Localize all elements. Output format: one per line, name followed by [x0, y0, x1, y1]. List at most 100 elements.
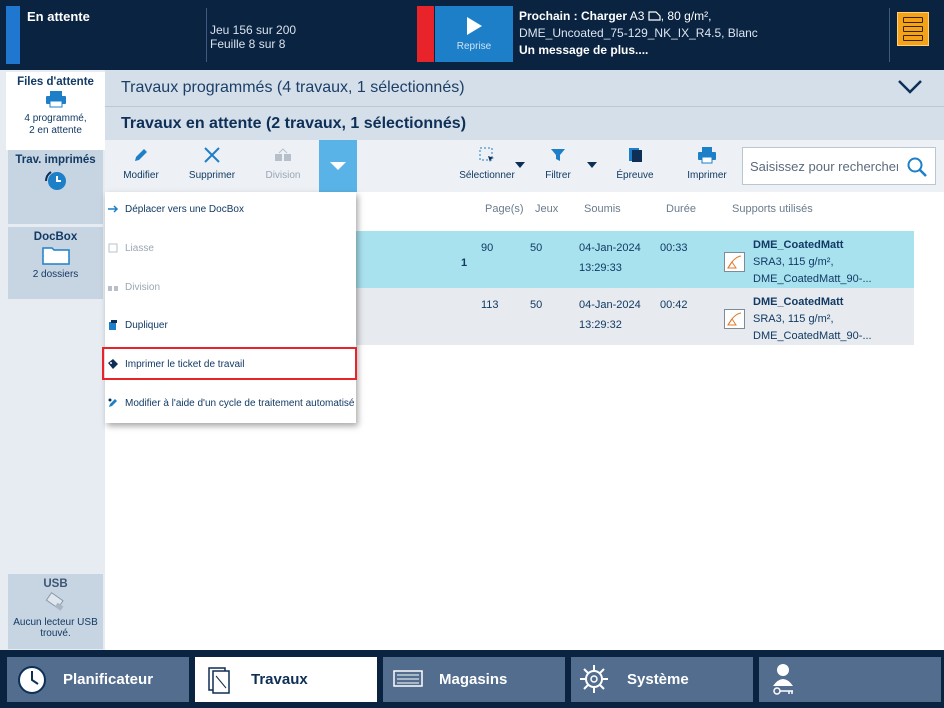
search-placeholder: Saisissez pour rechercher: [750, 159, 898, 174]
progress-counts: Jeu 156 sur 200 Feuille 8 sur 8: [210, 23, 296, 51]
printer-icon: [698, 147, 716, 164]
filter-label: Filtrer: [545, 170, 571, 181]
chevron-down-icon[interactable]: [898, 80, 922, 94]
job-sets: 50: [530, 299, 543, 311]
proof-button[interactable]: Épreuve: [612, 140, 658, 192]
queues-waiting-count: 2 en attente: [29, 125, 82, 136]
job-duration: 00:33: [660, 242, 688, 254]
job-date: 04-Jan-2024: [579, 299, 641, 311]
divider: [206, 8, 207, 62]
menu-item-split[interactable]: Division: [105, 272, 356, 302]
alert-indicator: [417, 6, 434, 62]
menu-item-label: Liasse: [125, 243, 154, 254]
nav-jobs-label: Travaux: [251, 671, 308, 688]
more-messages-link[interactable]: Un message de plus....: [519, 42, 758, 59]
user-key-icon: [773, 664, 793, 695]
more-actions-menu: Déplacer vers une DocBox Liasse Division…: [105, 192, 356, 423]
print-button[interactable]: Imprimer: [683, 140, 731, 192]
menu-item-label: Déplacer vers une DocBox: [125, 204, 244, 215]
sidebar: Files d'attente 4 programmé, 2 en attent…: [0, 70, 105, 650]
media-full-name: DME_CoatedMatt_90-...: [753, 273, 872, 285]
nav-jobs[interactable]: Travaux: [195, 657, 377, 702]
nav-trays[interactable]: Magasins: [383, 657, 565, 702]
media-name: DME_CoatedMatt: [753, 239, 844, 251]
usb-title: USB: [43, 578, 68, 590]
docbox-folder-count: 2 dossiers: [32, 269, 79, 280]
column-submitted[interactable]: Soumis: [584, 203, 621, 215]
docbox-title: DocBox: [33, 231, 78, 243]
sidebar-item-printed-jobs[interactable]: Trav. imprimés: [8, 150, 103, 224]
set-count: Jeu 156 sur 200: [210, 23, 297, 37]
filter-dropdown-caret[interactable]: [587, 162, 597, 168]
split-button[interactable]: Division: [260, 140, 306, 192]
tray-icon: [393, 670, 423, 687]
status-indicator: [6, 6, 20, 64]
search-icon[interactable]: [906, 156, 928, 178]
arrow-right-icon: [108, 205, 119, 213]
filter-button[interactable]: Filtrer: [538, 140, 578, 192]
column-media[interactable]: Supports utilisés: [732, 203, 813, 215]
sidebar-item-docbox[interactable]: DocBox 2 dossiers: [8, 227, 103, 299]
waiting-jobs-header[interactable]: Travaux en attente (2 travaux, 1 sélecti…: [105, 106, 944, 140]
split-label: Division: [265, 170, 301, 181]
menu-item-label: Modifier à l'aide d'un cycle de traiteme…: [125, 398, 355, 409]
job-duration: 00:42: [660, 299, 688, 311]
scheduled-jobs-header[interactable]: Travaux programmés (4 travaux, 1 sélecti…: [105, 70, 944, 106]
menu-item-automated-workflow[interactable]: Modifier à l'aide d'un cycle de traiteme…: [105, 388, 356, 418]
column-pages[interactable]: Page(s): [485, 203, 524, 215]
job-time: 13:29:33: [579, 262, 622, 274]
nav-planner[interactable]: Planificateur: [7, 657, 189, 702]
sheet-count: Feuille 8 sur 8: [210, 37, 286, 51]
sidebar-item-usb[interactable]: USB Aucun lecteur USB trouvé.: [8, 574, 103, 649]
column-sets[interactable]: Jeux: [535, 203, 558, 215]
menu-item-batch[interactable]: Liasse: [105, 233, 356, 263]
media-icon: [724, 252, 745, 272]
job-pages: 113: [481, 299, 499, 311]
menu-item-move-to-docbox[interactable]: Déplacer vers une DocBox: [105, 194, 356, 224]
more-actions-button[interactable]: [319, 140, 357, 192]
media-full-name: DME_CoatedMatt_90-...: [753, 330, 872, 342]
column-duration[interactable]: Durée: [666, 203, 696, 215]
next-action-title: Prochain : Charger: [519, 9, 628, 23]
edit-button[interactable]: Modifier: [115, 140, 167, 192]
nav-user[interactable]: [759, 657, 941, 702]
printed-jobs-title: Trav. imprimés: [15, 154, 96, 166]
delete-button[interactable]: Supprimer: [185, 140, 239, 192]
next-action-info: Prochain : Charger A3 , 80 g/m², DME_Unc…: [519, 8, 758, 59]
delete-label: Supprimer: [188, 170, 236, 181]
caret-down-icon: [330, 162, 346, 170]
resume-button[interactable]: Reprise: [435, 6, 513, 62]
bottom-nav: Planificateur Travaux Magasins Système: [0, 650, 944, 708]
pencil-icon: [135, 149, 147, 161]
system-menu-button[interactable]: [897, 12, 929, 46]
job-pages: 90: [481, 242, 494, 254]
menu-bar-icon: [903, 35, 923, 41]
filter-icon: [551, 149, 565, 161]
print-label: Imprimer: [687, 170, 727, 181]
select-dropdown-caret[interactable]: [515, 162, 525, 168]
job-date: 04-Jan-2024: [579, 242, 641, 254]
search-field[interactable]: Saisissez pour rechercher: [742, 147, 936, 185]
media-name: DME_CoatedMatt: [753, 296, 844, 308]
select-icon: [479, 147, 494, 162]
nav-planner-label: Planificateur: [63, 671, 154, 688]
select-label: Sélectionner: [459, 170, 515, 181]
select-button[interactable]: Sélectionner: [457, 140, 517, 192]
menu-bar-icon: [903, 17, 923, 23]
divider: [889, 8, 890, 62]
clock-icon: [18, 666, 46, 694]
sheet-orientation-icon: [648, 11, 661, 21]
nav-system[interactable]: Système: [571, 657, 753, 702]
nav-trays-label: Magasins: [439, 671, 508, 688]
usb-status-line1: Aucun lecteur USB: [13, 617, 98, 628]
sidebar-item-queues[interactable]: Files d'attente 4 programmé, 2 en attent…: [6, 72, 105, 150]
queues-scheduled-count: 4 programmé,: [24, 113, 87, 124]
usb-status-line2: trouvé.: [40, 628, 71, 639]
document-icon: [208, 667, 230, 694]
folder-icon: [41, 247, 70, 265]
menu-item-duplicate[interactable]: Dupliquer: [105, 310, 356, 340]
media-spec: SRA3, 115 g/m²,: [753, 313, 834, 325]
waiting-jobs-title: Travaux en attente (2 travaux, 1 sélecti…: [121, 115, 467, 132]
edit-label: Modifier: [123, 170, 159, 181]
menu-item-label: Division: [125, 282, 161, 293]
